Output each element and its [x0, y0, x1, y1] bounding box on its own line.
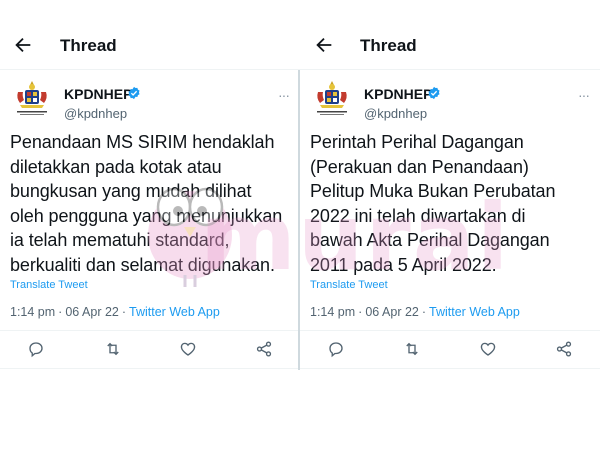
thread-header: Thread — [0, 0, 300, 70]
share-icon[interactable] — [255, 340, 273, 358]
reply-icon[interactable] — [27, 340, 45, 358]
panel-divider — [298, 70, 300, 370]
more-horizontal-icon[interactable]: ··· — [278, 88, 292, 102]
arrow-left-icon[interactable] — [313, 34, 335, 56]
tweet-date[interactable]: 06 Apr 22 — [365, 305, 419, 319]
page-title: Thread — [360, 36, 417, 55]
tweet-actions — [0, 340, 300, 360]
author-handle[interactable]: @kpdnhep — [64, 106, 127, 121]
author-name[interactable]: KPDNHEP — [364, 86, 432, 102]
tweet-line: Penandaan MS SIRIM hendaklah — [10, 132, 275, 152]
tweet-line: 2022 ini telah diwartakan di — [310, 205, 526, 226]
reply-icon[interactable] — [327, 340, 345, 358]
author-name[interactable]: KPDNHEP — [64, 86, 132, 102]
tweet-line: bungkusan yang mudah dilihat — [10, 181, 252, 201]
divider — [0, 330, 300, 331]
thread-panel-right: Thread KPDNHEP @kpdnhep ··· Perintah Per… — [300, 0, 600, 450]
tweet-source[interactable]: Twitter Web App — [129, 305, 220, 319]
arrow-left-icon[interactable] — [12, 34, 34, 56]
separator: · — [121, 305, 127, 319]
separator: · — [421, 305, 427, 319]
tweet-time[interactable]: 1:14 pm — [310, 305, 355, 319]
tweet-text: Penandaan MS SIRIM hendaklah diletakkan … — [10, 130, 294, 277]
tweet-source[interactable]: Twitter Web App — [429, 305, 520, 319]
divider — [300, 368, 600, 369]
translate-tweet-link[interactable]: Translate Tweet — [10, 279, 88, 291]
tweet-line: berkualiti dan selamat digunakan. — [10, 254, 275, 275]
divider — [300, 330, 600, 331]
tweet-actions — [300, 340, 600, 360]
tweet-line: bawah Akta Perihal Dagangan — [310, 230, 550, 250]
divider — [0, 368, 300, 369]
like-icon[interactable] — [179, 340, 197, 358]
tweet-line: 2011 pada 5 April 2022. — [310, 254, 497, 275]
tweet-time[interactable]: 1:14 pm — [10, 305, 55, 319]
tweet-meta: 1:14 pm · 06 Apr 22 · Twitter Web App — [10, 305, 220, 319]
verified-badge-icon — [128, 86, 140, 100]
tweet-line: diletakkan pada kotak atau — [10, 156, 222, 177]
tweet-line: ia telah mematuhi standard, — [10, 230, 230, 250]
retweet-icon[interactable] — [104, 340, 122, 358]
tweet-line: Pelitup Muka Bukan Perubatan — [310, 181, 556, 201]
avatar[interactable] — [12, 78, 52, 118]
tweet-date[interactable]: 06 Apr 22 — [65, 305, 119, 319]
more-horizontal-icon[interactable]: ··· — [578, 88, 592, 102]
separator: · — [58, 305, 63, 319]
tweet-line: oleh pengguna yang menunjukkan — [10, 205, 283, 226]
tweet-line: (Perakuan dan Penandaan) — [310, 156, 529, 177]
share-icon[interactable] — [555, 340, 573, 358]
avatar[interactable] — [312, 78, 352, 118]
tweet-line: Perintah Perihal Dagangan — [310, 132, 524, 152]
page-title: Thread — [60, 36, 117, 55]
retweet-icon[interactable] — [403, 340, 421, 358]
thread-header: Thread — [300, 0, 600, 70]
author-handle[interactable]: @kpdnhep — [364, 106, 427, 121]
tweet-text: Perintah Perihal Dagangan (Perakuan dan … — [310, 130, 594, 277]
translate-tweet-link[interactable]: Translate Tweet — [310, 279, 388, 291]
separator: · — [358, 305, 363, 319]
thread-panel-left: Thread KPDNHEP @kpdnhep ··· Penandaan MS… — [0, 0, 300, 450]
like-icon[interactable] — [479, 340, 497, 358]
tweet-meta: 1:14 pm · 06 Apr 22 · Twitter Web App — [310, 305, 520, 319]
verified-badge-icon — [428, 86, 440, 100]
